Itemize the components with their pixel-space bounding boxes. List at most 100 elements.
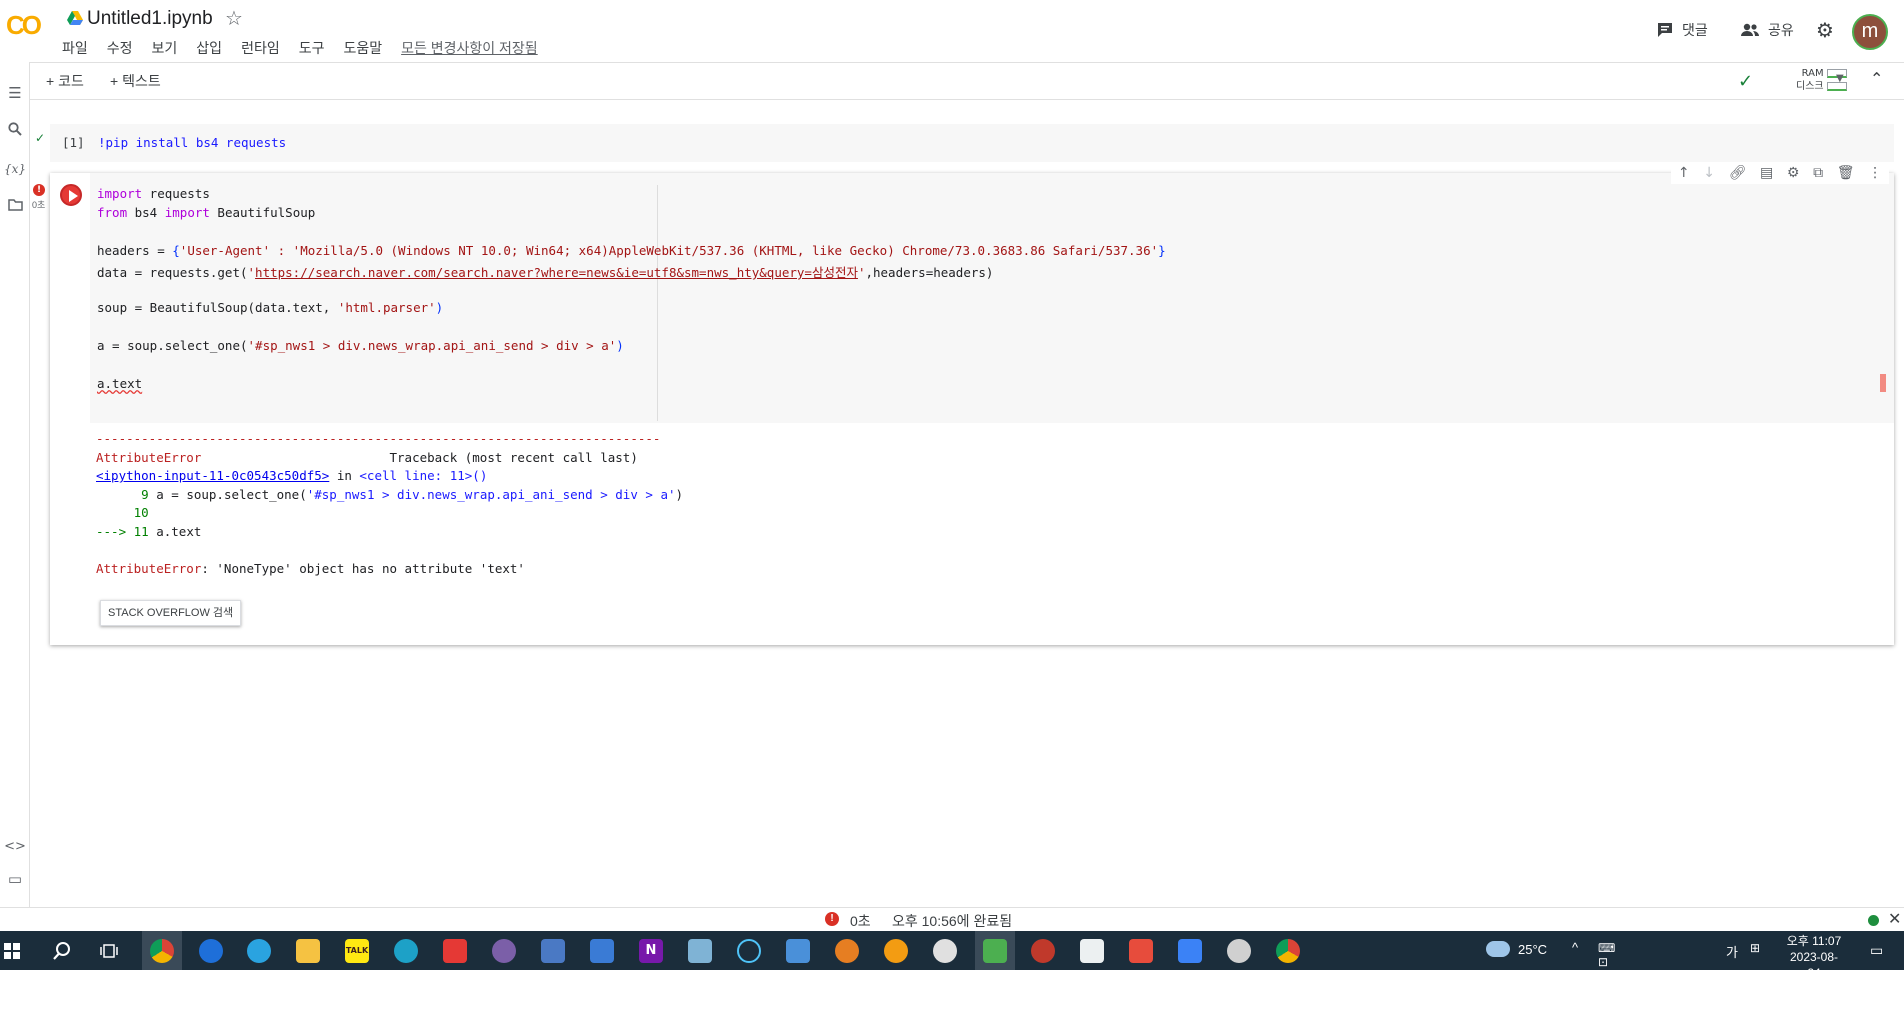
code-line-9: a = soup.select_one('#sp_nws1 > div.news…	[97, 338, 624, 353]
tray-icons[interactable]: ⌨︎ ⊡ ◔ ▭ 🔈︎ ✎	[1598, 941, 1615, 1026]
ipython-input-link[interactable]: <ipython-input-11-0c0543c50df5>	[96, 468, 329, 483]
weather-cloud-icon[interactable]	[1486, 941, 1510, 957]
menu-file[interactable]: 파일	[62, 38, 88, 58]
code-line-1: import requests	[97, 186, 210, 201]
menu-view[interactable]: 보기	[152, 38, 178, 58]
windows-start-icon[interactable]	[4, 943, 20, 959]
task-view-icon[interactable]	[100, 942, 118, 960]
people-icon	[1741, 23, 1759, 36]
cell1-source[interactable]: !pip install bs4 requests	[98, 135, 286, 150]
menu-runtime[interactable]: 런타임	[241, 38, 280, 58]
output-final-error: AttributeError: 'NoneType' object has no…	[96, 561, 525, 576]
windows-taskbar: TALK N 25°C ^ ⌨︎ ⊡ ◔ ▭ 🔈︎ ✎ 가 ⊞ 오후 11:07…	[0, 931, 1904, 1026]
naver-search-url[interactable]: https://search.naver.com/search.naver?wh…	[255, 265, 858, 280]
collapse-header-icon[interactable]: ⌃	[1870, 69, 1883, 88]
ime-indicator[interactable]: 가	[1726, 942, 1738, 961]
notepad-plus-icon[interactable]	[983, 939, 1007, 963]
app-notes-icon[interactable]	[688, 939, 712, 963]
code-line-4: headers = {'User-Agent' : 'Mozilla/5.0 (…	[97, 243, 1166, 258]
paint-icon[interactable]	[1031, 939, 1055, 963]
notification-icon[interactable]: ▭	[1870, 942, 1883, 959]
cell1-exec-count: [1]	[62, 135, 85, 150]
runtime-dropdown-icon[interactable]: ▼	[1836, 73, 1844, 84]
chrome-profile-icon[interactable]	[1276, 939, 1300, 963]
table-of-contents-icon[interactable]: ☰	[4, 84, 26, 102]
game-app-icon[interactable]	[541, 939, 565, 963]
onenote-icon[interactable]: N	[639, 939, 663, 963]
menu-insert[interactable]: 삽입	[196, 38, 222, 58]
variables-icon[interactable]: {x}	[4, 162, 26, 176]
move-up-icon[interactable]: ↑	[1678, 165, 1690, 181]
app-gray-icon[interactable]	[1227, 939, 1251, 963]
settings-gear-icon[interactable]: ⚙	[1816, 18, 1834, 42]
share-button[interactable]: 공유	[1740, 20, 1794, 40]
files-folder-icon[interactable]	[4, 197, 26, 215]
output-dashes: ----------------------------------------…	[96, 431, 661, 446]
app-red-icon[interactable]	[443, 939, 467, 963]
app-blue-icon[interactable]	[1178, 939, 1202, 963]
search-app-icon[interactable]	[884, 939, 908, 963]
add-code-button[interactable]: + 코드	[46, 71, 84, 91]
calculator-icon[interactable]	[590, 939, 614, 963]
presentation-icon[interactable]	[1129, 939, 1153, 963]
kakaotalk-icon[interactable]: TALK	[345, 939, 369, 963]
cell2-exec-time: 0초	[32, 200, 46, 210]
notebook-title[interactable]: Untitled1.ipynb	[87, 8, 213, 30]
store-icon[interactable]	[786, 939, 810, 963]
code-cell-1[interactable]: [1] !pip install bs4 requests	[50, 124, 1894, 162]
nox-player-icon[interactable]	[737, 939, 761, 963]
code-snippets-icon[interactable]: <>	[4, 839, 26, 854]
media-player-icon[interactable]	[492, 939, 516, 963]
code-line-7: soup = BeautifulSoup(data.text, 'html.pa…	[97, 300, 444, 315]
delete-icon[interactable]: 🗑︎	[1837, 165, 1855, 181]
close-status-icon[interactable]: ✕	[1888, 909, 1901, 929]
cell2-editor[interactable]	[90, 173, 1894, 423]
add-text-button[interactable]: + 텍스트	[110, 71, 161, 91]
move-down-icon[interactable]: ↓	[1703, 165, 1715, 181]
menu-edit[interactable]: 수정	[107, 38, 133, 58]
ruler-line	[657, 185, 658, 421]
terminal-icon[interactable]: ▭	[4, 870, 26, 888]
notepad-icon[interactable]	[1080, 939, 1104, 963]
app-orange-icon[interactable]	[835, 939, 859, 963]
output-tb-line-9: 9 a = soup.select_one('#sp_nws1 > div.ne…	[96, 487, 684, 502]
menu-tools[interactable]: 도구	[299, 38, 325, 58]
more-options-icon[interactable]: ⋮	[1868, 165, 1882, 181]
edge-icon[interactable]	[394, 939, 418, 963]
telegram-icon[interactable]	[247, 939, 271, 963]
run-cell-button[interactable]	[60, 184, 82, 206]
avatar[interactable]: m	[1852, 14, 1888, 50]
code-line-11: a.text	[97, 376, 143, 391]
left-sidebar: ☰ {x} <> ▭	[0, 62, 30, 907]
taskbar-search-icon[interactable]	[52, 941, 72, 961]
cell-settings-icon[interactable]: ⚙	[1787, 165, 1800, 181]
colab-header: CO Untitled1.ipynb ☆ 파일 수정 보기 삽입 런타임 도구 …	[0, 0, 1904, 62]
temperature[interactable]: 25°C	[1518, 942, 1568, 957]
status-error-icon: !	[825, 912, 839, 926]
scroll-marker	[1880, 374, 1886, 392]
notebook-toolbar: + 코드 + 텍스트 ✓ RAM 디스크 ▼ ⌃	[30, 62, 1904, 100]
menu-help[interactable]: 도움말	[343, 38, 382, 58]
comments-button[interactable]: 댓글	[1656, 20, 1708, 40]
search-icon[interactable]	[4, 122, 26, 140]
link-icon[interactable]: 🔗︎	[1729, 165, 1747, 181]
tray-chevron-icon[interactable]: ^	[1572, 940, 1578, 955]
chrome-icon[interactable]	[150, 939, 174, 963]
star-icon[interactable]: ☆	[225, 6, 243, 30]
internet-explorer-icon[interactable]	[199, 939, 223, 963]
file-explorer-icon[interactable]	[296, 939, 320, 963]
menu-bar: 파일 수정 보기 삽입 런타임 도구 도움말 모든 변경사항이 저장됨	[62, 38, 557, 58]
output-tb-line-10: 10	[96, 505, 149, 520]
connected-check-icon: ✓	[1738, 71, 1754, 92]
code-line-5: data = requests.get('https://search.nave…	[97, 265, 994, 280]
output-tb-line-11: ---> 11 a.text	[96, 524, 202, 539]
output-error-header: AttributeError Traceback (most recent ca…	[96, 450, 638, 465]
save-status[interactable]: 모든 변경사항이 저장됨	[401, 38, 538, 58]
ime-mode-icon[interactable]: ⊞	[1750, 941, 1760, 955]
character-app-icon[interactable]	[933, 939, 957, 963]
clock[interactable]: 오후 11:07 2023-08-24	[1784, 933, 1844, 981]
stack-overflow-search-button[interactable]: STACK OVERFLOW 검색	[100, 600, 242, 626]
colab-logo[interactable]: CO	[6, 10, 48, 42]
comment-icon[interactable]: ▤	[1760, 165, 1773, 181]
mirror-cell-icon[interactable]: ⧉	[1813, 165, 1823, 181]
